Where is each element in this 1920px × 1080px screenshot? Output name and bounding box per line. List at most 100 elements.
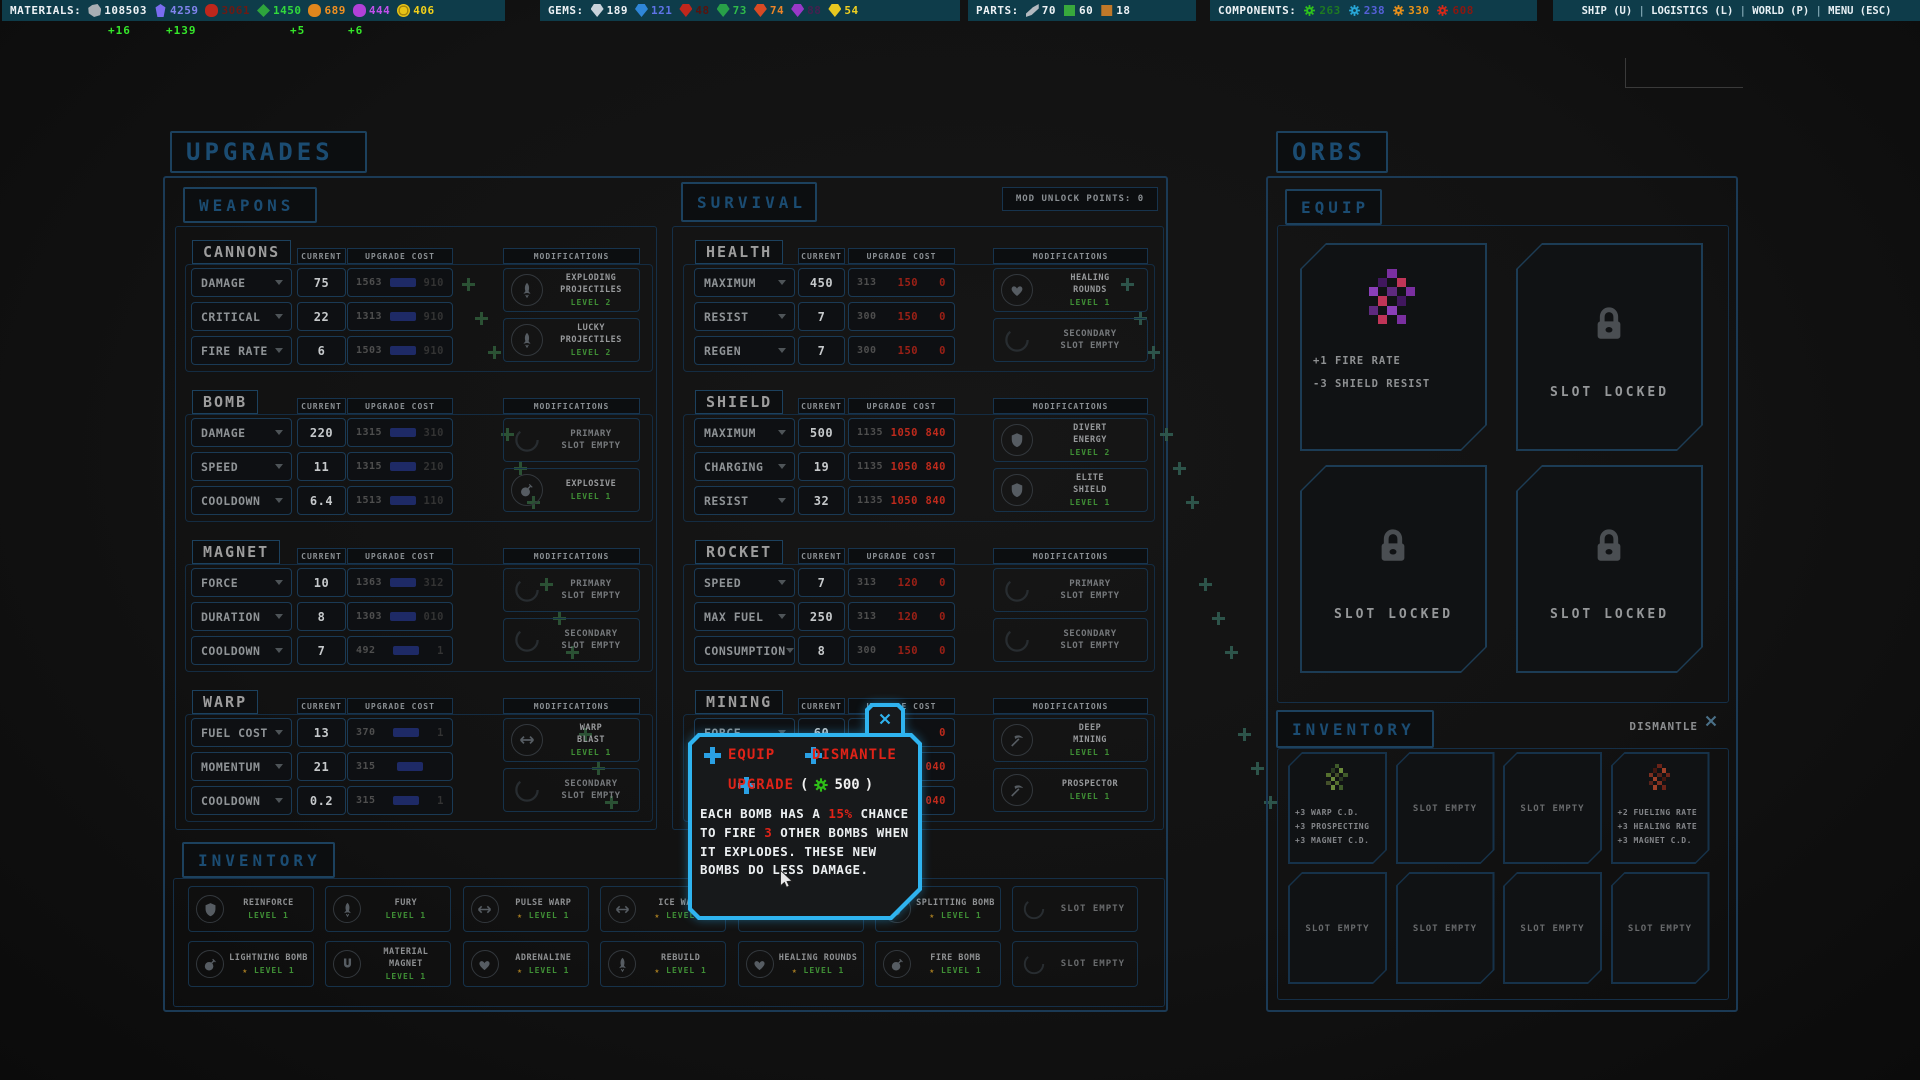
orb-inventory-slot-3[interactable]: SLOT EMPTY [1503,752,1602,864]
equip-slot-1[interactable]: +1 FIRE RATE-3 SHIELD RESIST [1300,243,1487,451]
stat-row-label[interactable]: COOLDOWN [191,786,292,815]
mod-slot[interactable]: PRIMARYSLOT EMPTY [503,568,640,612]
menu-item-ship[interactable]: SHIP (U) [1582,5,1633,17]
inventory-slot[interactable]: LIGHTNING BOMB★ LEVEL 1 [188,941,314,987]
dismantle-label[interactable]: DISMANTLE [1598,720,1698,736]
inventory-slot[interactable]: FIRE BOMB★ LEVEL 1 [875,941,1001,987]
shield-icon [1001,474,1033,506]
upgrade-plus-button[interactable] [488,346,501,359]
stat-row-label[interactable]: MAXIMUM [694,418,795,447]
inventory-slot[interactable]: SPLITTING BOMB★ LEVEL 1 [875,886,1001,932]
heart-icon [746,950,774,978]
equip-slot-4[interactable]: SLOT LOCKED [1516,465,1703,673]
dismantle-x-icon[interactable] [1702,712,1720,730]
components-value: 608 [1452,4,1473,17]
inventory-slot[interactable]: SLOT EMPTY [1012,886,1138,932]
mod-slot[interactable]: SECONDARYSLOT EMPTY [503,618,640,662]
upgrade-plus-button[interactable] [1251,762,1264,775]
mod-slot[interactable]: WARPBLASTLEVEL 1 [503,718,640,762]
inventory-slot[interactable]: FURYLEVEL 1 [325,886,451,932]
orb-inventory-slot-7[interactable]: SLOT EMPTY [1503,872,1602,984]
orb-inventory-slot-2[interactable]: SLOT EMPTY [1396,752,1495,864]
mod-slot[interactable]: EXPLODINGPROJECTILESLEVEL 2 [503,268,640,312]
inventory-slot[interactable]: SLOT EMPTY [1012,941,1138,987]
upgrade-plus-button[interactable] [475,312,488,325]
stat-name: RESIST [695,310,778,324]
inventory-slot[interactable]: MATERIAL MAGNETLEVEL 1 [325,941,451,987]
mod-slot[interactable]: PROSPECTORLEVEL 1 [993,768,1148,812]
components-label: COMPONENTS: [1218,4,1296,17]
stat-row-label[interactable]: DURATION [191,602,292,631]
menu-item-world[interactable]: WORLD (P) [1752,5,1809,17]
inventory-item-name: HEALING ROUNDS [777,953,860,964]
stat-row-label[interactable]: COOLDOWN [191,486,292,515]
upgrade-plus-button[interactable] [1173,462,1186,475]
materials-resource: 3061 [205,4,250,17]
mod-slot[interactable]: SECONDARYSLOT EMPTY [993,618,1148,662]
upgrade-plus-button[interactable] [1160,428,1173,441]
mod-slot[interactable]: DEEPMININGLEVEL 1 [993,718,1148,762]
upgrade-plus-button[interactable] [1199,578,1212,591]
stat-row-label[interactable]: DAMAGE [191,268,292,297]
gems-value: 54 [844,4,858,17]
upgrade-plus-button[interactable] [1225,646,1238,659]
menu-item-menu[interactable]: MENU (ESC) [1828,5,1891,17]
equip-slot-3[interactable]: SLOT LOCKED [1300,465,1487,673]
stat-row-label[interactable]: COOLDOWN [191,636,292,665]
orb-inventory-slot-8[interactable]: SLOT EMPTY [1611,872,1710,984]
mod-slot[interactable]: ELITESHIELDLEVEL 1 [993,468,1148,512]
stat-row-label[interactable]: FORCE [191,568,292,597]
stat-name: FORCE [695,726,778,740]
stat-row-label[interactable]: CRITICAL [191,302,292,331]
upgrade-plus-button[interactable] [462,278,475,291]
upgrade-plus-button[interactable] [1238,728,1251,741]
mod-slot[interactable]: PRIMARYSLOT EMPTY [993,568,1148,612]
stat-row-label[interactable]: REGEN [694,336,795,365]
inventory-slot[interactable]: PULSE WARP★ LEVEL 1 [463,886,589,932]
upgrade-plus-button[interactable] [1186,496,1199,509]
mod-slot[interactable]: SECONDARYSLOT EMPTY [503,768,640,812]
stat-row-label[interactable]: SPEED [694,568,795,597]
mod-slot[interactable]: HEALINGROUNDSLEVEL 1 [993,268,1148,312]
upgrade-plus-button[interactable] [1147,346,1160,359]
orb-inventory-slot-1[interactable]: +3 WARP C.D.+3 PROSPECTING+3 MAGNET C.D. [1288,752,1387,864]
mod-slot[interactable]: SECONDARYSLOT EMPTY [993,318,1148,362]
column-header-cost: UPGRADE COST [347,698,453,714]
orb-stat-line: +3 WARP C.D. [1295,808,1359,817]
orb-inventory-slot-6[interactable]: SLOT EMPTY [1396,872,1495,984]
cost-values: 1315210 [348,461,452,473]
upgrade-plus-button[interactable] [1212,612,1225,625]
inventory-slot[interactable]: HEALING ROUNDS★ LEVEL 1 [738,941,864,987]
parts-section: PARTS:706018 [968,0,1196,21]
inventory-slot[interactable]: REBUILD★ LEVEL 1 [600,941,726,987]
inventory-slot[interactable]: ICE WARP★ LEVEL 1 [600,886,726,932]
stat-row-label[interactable]: MAXIMUM [694,268,795,297]
menu-item-logistics[interactable]: LOGISTICS (L) [1651,5,1733,17]
inventory-slot[interactable] [738,886,864,932]
stat-row-label[interactable]: MOMENTUM [191,752,292,781]
gems-value: 88 [807,4,821,17]
stat-row-label[interactable]: CHARGING [694,452,795,481]
stat-name: COOLDOWN [192,794,275,808]
stat-row-label[interactable]: RESIST [694,486,795,515]
mod-slot[interactable]: EXPLOSIVELEVEL 1 [503,468,640,512]
slot-empty-label: SLOT EMPTY [1503,804,1602,814]
stat-row-label[interactable]: CONSUMPTION [694,636,795,665]
stat-row-label[interactable]: RESIST [694,302,795,331]
inventory-slot[interactable]: ADRENALINE★ LEVEL 1 [463,941,589,987]
stat-row-label[interactable]: SPEED [191,452,292,481]
orb-inventory-slot-5[interactable]: SLOT EMPTY [1288,872,1387,984]
mod-slot[interactable]: LUCKYPROJECTILESLEVEL 2 [503,318,640,362]
mod-slot[interactable]: PRIMARYSLOT EMPTY [503,418,640,462]
mod-slot[interactable]: DIVERTENERGYLEVEL 2 [993,418,1148,462]
stat-row-label[interactable]: FUEL COST [191,718,292,747]
orb-inventory-slot-4[interactable]: +2 FUELING RATE+3 HEALING RATE+3 MAGNET … [1611,752,1710,864]
stat-row-label[interactable]: FORCE [694,718,795,747]
stat-row-label[interactable]: MAX FUEL [694,602,795,631]
stat-row-label[interactable]: FIRE RATE [191,336,292,365]
stat-current: 0.2 [297,786,346,815]
stat-current-value: 21 [298,760,345,774]
inventory-slot[interactable]: REINFORCELEVEL 1 [188,886,314,932]
stat-row-label[interactable]: DAMAGE [191,418,292,447]
equip-slot-2[interactable]: SLOT LOCKED [1516,243,1703,451]
